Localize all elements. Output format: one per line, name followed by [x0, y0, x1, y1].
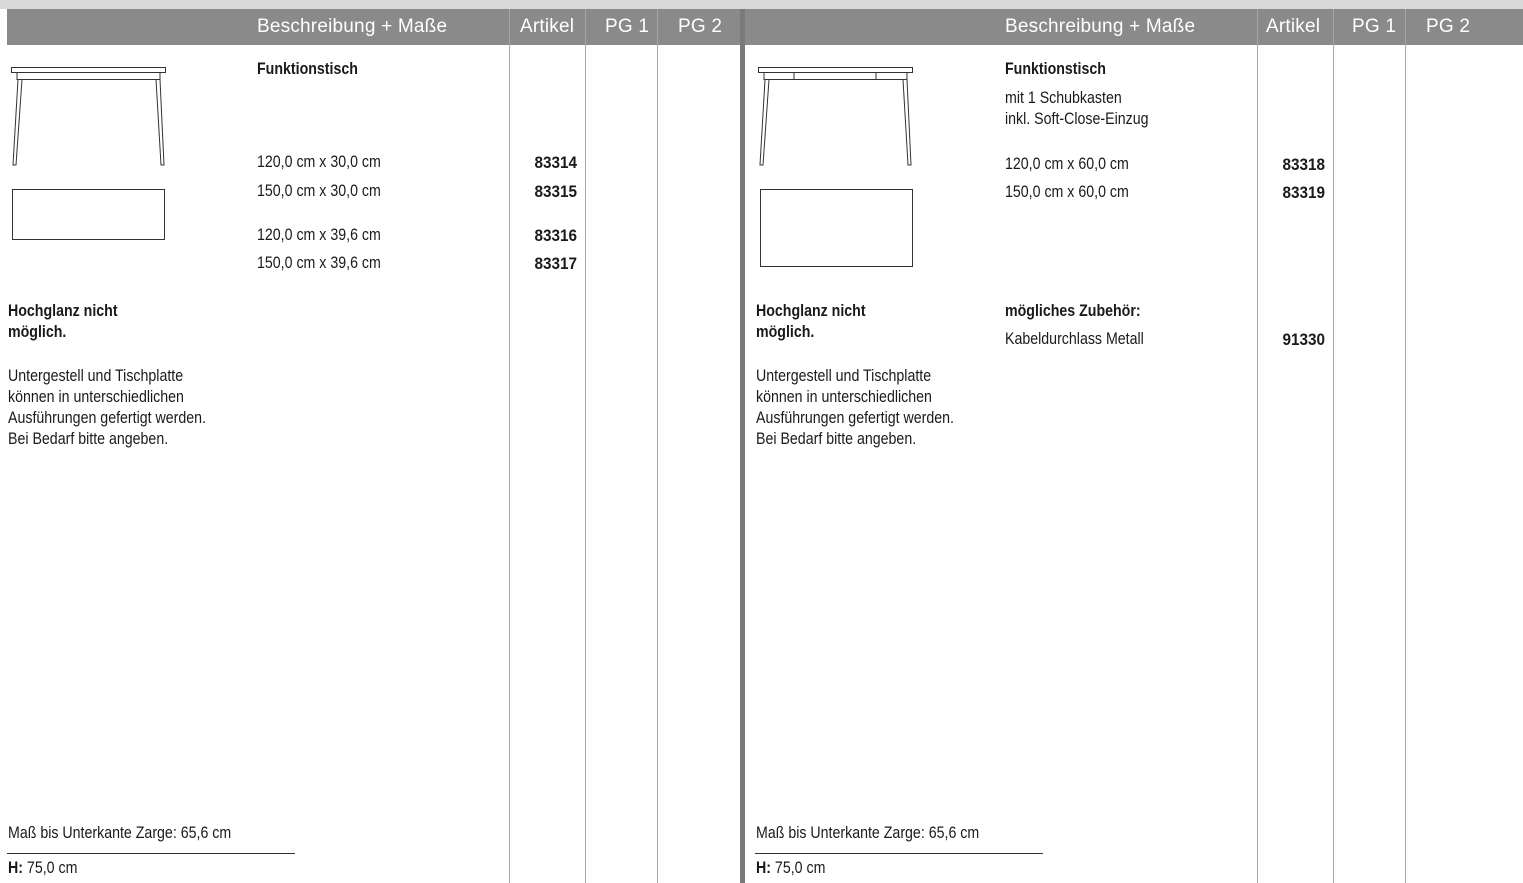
divider: [755, 853, 1043, 854]
column-divider: [509, 45, 510, 883]
article-number: 91330: [1282, 330, 1325, 349]
header-pg1: PG 1: [605, 16, 650, 37]
divider: [7, 853, 295, 854]
finish-note: Untergestell und Tischplatte können in u…: [756, 367, 955, 448]
table-header: Beschreibung + Maße Artikel PG 1 PG 2: [7, 9, 740, 45]
size-text: 120,0 cm x 30,0 cm: [257, 153, 381, 171]
gloss-warning: Hochglanz nicht möglich.: [8, 302, 118, 341]
size-text: 150,0 cm x 30,0 cm: [257, 182, 381, 200]
zarge-dimension: Maß bis Unterkante Zarge: 65,6 cm: [8, 824, 232, 842]
accessory-title: mögliches Zubehör:: [1005, 302, 1141, 320]
column-divider: [1333, 45, 1334, 883]
finish-note: Untergestell und Tischplatte können in u…: [8, 367, 207, 448]
column-divider: [657, 45, 658, 883]
size-text: 120,0 cm x 60,0 cm: [1005, 155, 1129, 173]
size-text: 150,0 cm x 60,0 cm: [1005, 183, 1129, 201]
article-number: 83316: [534, 226, 577, 245]
column-divider: [585, 45, 586, 883]
header-pg2: PG 2: [1426, 16, 1471, 37]
header-pg1: PG 1: [1352, 16, 1397, 37]
article-number: 83318: [1282, 155, 1325, 174]
article-number: 83314: [534, 153, 577, 172]
header-artikel: Artikel: [1266, 16, 1321, 37]
article-number: 83315: [534, 182, 577, 201]
product-title: Funktionstisch: [1005, 60, 1106, 78]
article-number: 83319: [1282, 183, 1325, 202]
zarge-dimension: Maß bis Unterkante Zarge: 65,6 cm: [756, 824, 980, 842]
header-beschreibung: Beschreibung + Maße: [257, 16, 448, 37]
gloss-warning: Hochglanz nicht möglich.: [756, 302, 866, 341]
accessory-name: Kabeldurchlass Metall: [1005, 330, 1144, 348]
product-subtitle: mit 1 Schubkasten inkl. Soft-Close-Einzu…: [1005, 89, 1149, 128]
article-number: 83317: [534, 254, 577, 273]
header-beschreibung: Beschreibung + Maße: [1005, 16, 1196, 37]
table-header: Beschreibung + Maße Artikel PG 1 PG 2: [745, 9, 1523, 45]
height-dimension: H: 75,0 cm: [8, 859, 78, 877]
product-title: Funktionstisch: [257, 60, 358, 78]
product-table-right: Beschreibung + Maße Artikel PG 1 PG 2 Fu…: [745, 9, 1523, 883]
column-divider: [1405, 45, 1406, 883]
size-text: 150,0 cm x 39,6 cm: [257, 254, 381, 272]
table-with-drawer-side-view-drawing: [758, 67, 913, 166]
header-pg2: PG 2: [678, 16, 723, 37]
product-table-left: Beschreibung + Maße Artikel PG 1 PG 2 Fu…: [7, 9, 740, 883]
size-text: 120,0 cm x 39,6 cm: [257, 226, 381, 244]
table-top-view-drawing: [760, 189, 913, 267]
table-side-view-drawing: [11, 67, 166, 166]
table-top-view-drawing: [12, 189, 165, 240]
height-dimension: H: 75,0 cm: [756, 859, 826, 877]
top-strip: [0, 0, 1523, 9]
column-divider: [1257, 45, 1258, 883]
header-artikel: Artikel: [520, 16, 575, 37]
